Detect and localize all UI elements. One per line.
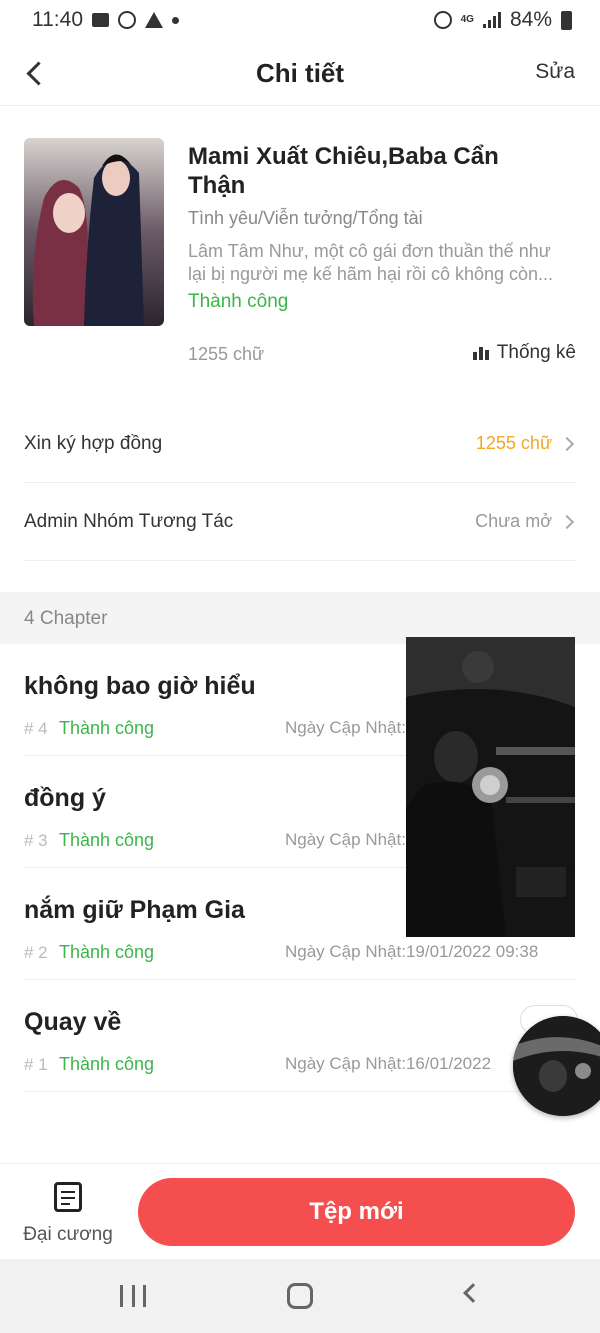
system-back-icon[interactable]	[463, 1283, 483, 1303]
stats-label: Thống kê	[496, 342, 576, 363]
chapter-number: # 2	[24, 943, 48, 962]
4g-icon: 4G	[460, 14, 474, 25]
chevron-right-icon	[559, 436, 575, 451]
outline-label: Đại cương	[23, 1224, 113, 1245]
chapter-status: Thành công	[59, 830, 155, 850]
row-label: Xin ký hợp đồng	[24, 432, 163, 454]
bar-chart-icon	[472, 346, 489, 360]
chapter-title: nắm giữ Phạm Gia	[24, 896, 245, 924]
alarm-icon	[433, 11, 452, 29]
edit-button[interactable]: Sửa	[535, 60, 575, 84]
chapter-date: Ngày Cập Nhật:16/01/2022	[285, 1054, 492, 1073]
status-bar: 11:40 4G 84%	[0, 0, 600, 40]
header: Chi tiết Sửa	[0, 40, 600, 106]
chapter-status: Thành công	[59, 1054, 155, 1074]
stats-button[interactable]: Thống kê	[472, 342, 576, 364]
book-description: Lâm Tâm Như, một cô gái đơn thuần thế nh…	[188, 240, 578, 286]
image-icon	[92, 13, 109, 27]
row-value: Chưa mở	[475, 511, 552, 531]
word-count: 1255 chữ	[188, 344, 265, 364]
book-genre: Tình yêu/Viễn tưởng/Tổng tài	[188, 208, 423, 228]
status-time: 11:40	[32, 8, 83, 31]
warning-icon	[145, 12, 163, 28]
document-icon	[54, 1182, 82, 1212]
chapter-date: Ngày Cập Nhật:	[285, 830, 406, 849]
row-admin-group[interactable]: Admin Nhóm Tương Tác Chưa mở	[24, 483, 576, 561]
chapter-date: Ngày Cập Nhật:	[285, 718, 406, 737]
chevron-right-icon	[559, 514, 575, 529]
chapter-date: Ngày Cập Nhật:19/01/2022 09:38	[285, 942, 539, 961]
bottom-action-bar: Đại cương Tệp mới	[0, 1163, 600, 1259]
chapter-status: Thành công	[59, 718, 155, 738]
status-right: 4G 84%	[433, 8, 572, 32]
chapter-number: # 1	[24, 1055, 48, 1074]
page-title: Chi tiết	[255, 58, 345, 88]
floating-video-overlay[interactable]	[406, 637, 575, 937]
row-value: 1255 chữ	[475, 433, 552, 453]
book-status: Thành công	[188, 291, 289, 312]
chapter-number: # 4	[24, 719, 48, 738]
description-line: lại bị người mẹ kế hãm hại rồi cô không …	[188, 264, 554, 284]
row-value-wrap: Chưa mở	[475, 511, 576, 532]
row-value-wrap: 1255 chữ	[476, 433, 576, 454]
dot-icon	[172, 16, 179, 24]
book-cover[interactable]	[24, 138, 164, 326]
row-contract[interactable]: Xin ký hợp đồng 1255 chữ	[24, 405, 576, 483]
chapter-number: # 3	[24, 831, 48, 850]
home-icon[interactable]	[287, 1283, 313, 1309]
messenger-icon	[118, 11, 136, 29]
status-left: 11:40	[32, 8, 179, 32]
chapter-title: đồng ý	[24, 784, 106, 812]
chapter-item[interactable]: Quay về # 1 Thành công Ngày Cập Nhật:16/…	[24, 980, 576, 1092]
outline-button[interactable]: Đại cương	[18, 1178, 118, 1248]
battery-percent: 84%	[509, 8, 552, 31]
chapter-title: không bao giờ hiểu	[24, 672, 256, 700]
new-file-button[interactable]: Tệp mới	[138, 1178, 575, 1246]
chapter-title: Quay về	[24, 1008, 122, 1036]
chapter-status: Thành công	[59, 942, 155, 962]
signal-icon	[482, 12, 501, 28]
recent-apps-icon[interactable]	[120, 1285, 146, 1307]
row-label: Admin Nhóm Tương Tác	[24, 510, 234, 532]
system-nav-bar	[0, 1259, 600, 1333]
floating-bubble[interactable]	[513, 1016, 600, 1116]
book-title: Mami Xuất Chiêu,Baba Cẩn Thận	[188, 143, 499, 199]
description-line: Lâm Tâm Như, một cô gái đơn thuần thế nh…	[188, 241, 551, 261]
battery-icon	[561, 10, 572, 30]
